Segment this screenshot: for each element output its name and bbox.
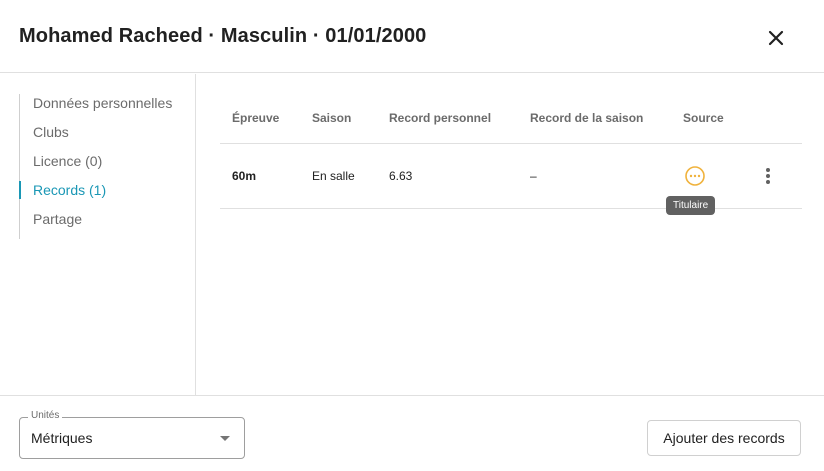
cell-record-personnel: 6.63 <box>389 169 413 183</box>
records-table: Épreuve Saison Record personnel Record d… <box>220 74 802 395</box>
close-button[interactable] <box>760 22 792 54</box>
table-row: 60m En salle 6.63 – Titulaire <box>220 144 802 215</box>
more-vertical-icon <box>766 168 770 184</box>
sidebar-item-records[interactable]: Records (1) <box>19 181 190 210</box>
sidebar: Données personnelles Clubs Licence (0) R… <box>0 74 196 395</box>
row-actions-button[interactable] <box>758 164 778 188</box>
more-horizontal-circle-icon[interactable] <box>684 165 706 187</box>
column-header-epreuve: Épreuve <box>232 111 280 125</box>
column-header-record-personnel: Record personnel <box>389 111 492 125</box>
dialog-footer: Unités Métriques Ajouter des records <box>0 395 824 471</box>
column-header-record-saison: Record de la saison <box>530 111 644 125</box>
units-label: Unités <box>28 410 63 421</box>
units-select[interactable]: Unités Métriques <box>19 410 245 459</box>
units-value: Métriques <box>31 430 93 446</box>
sidebar-item-partage[interactable]: Partage <box>20 210 190 239</box>
cell-epreuve: 60m <box>232 169 257 183</box>
close-icon <box>768 30 784 46</box>
dialog-header: Mohamed Racheed · Masculin · 01/01/2000 <box>0 0 824 73</box>
column-header-source: Source <box>683 111 724 125</box>
add-records-button[interactable]: Ajouter des records <box>647 420 801 456</box>
dialog-title: Mohamed Racheed · Masculin · 01/01/2000 <box>19 25 427 47</box>
source-tooltip: Titulaire <box>666 196 716 215</box>
cell-record-saison: – <box>530 169 537 183</box>
column-header-saison: Saison <box>312 111 352 125</box>
sidebar-item-donnees-personnelles[interactable]: Données personnelles <box>20 94 190 123</box>
dropdown-arrow-icon <box>220 436 230 441</box>
sidebar-item-licence[interactable]: Licence (0) <box>20 152 190 181</box>
table-header: Épreuve Saison Record personnel Record d… <box>220 74 802 144</box>
cell-saison: En salle <box>312 169 355 183</box>
sidebar-nav: Données personnelles Clubs Licence (0) R… <box>19 94 190 239</box>
sidebar-item-clubs[interactable]: Clubs <box>20 123 190 152</box>
